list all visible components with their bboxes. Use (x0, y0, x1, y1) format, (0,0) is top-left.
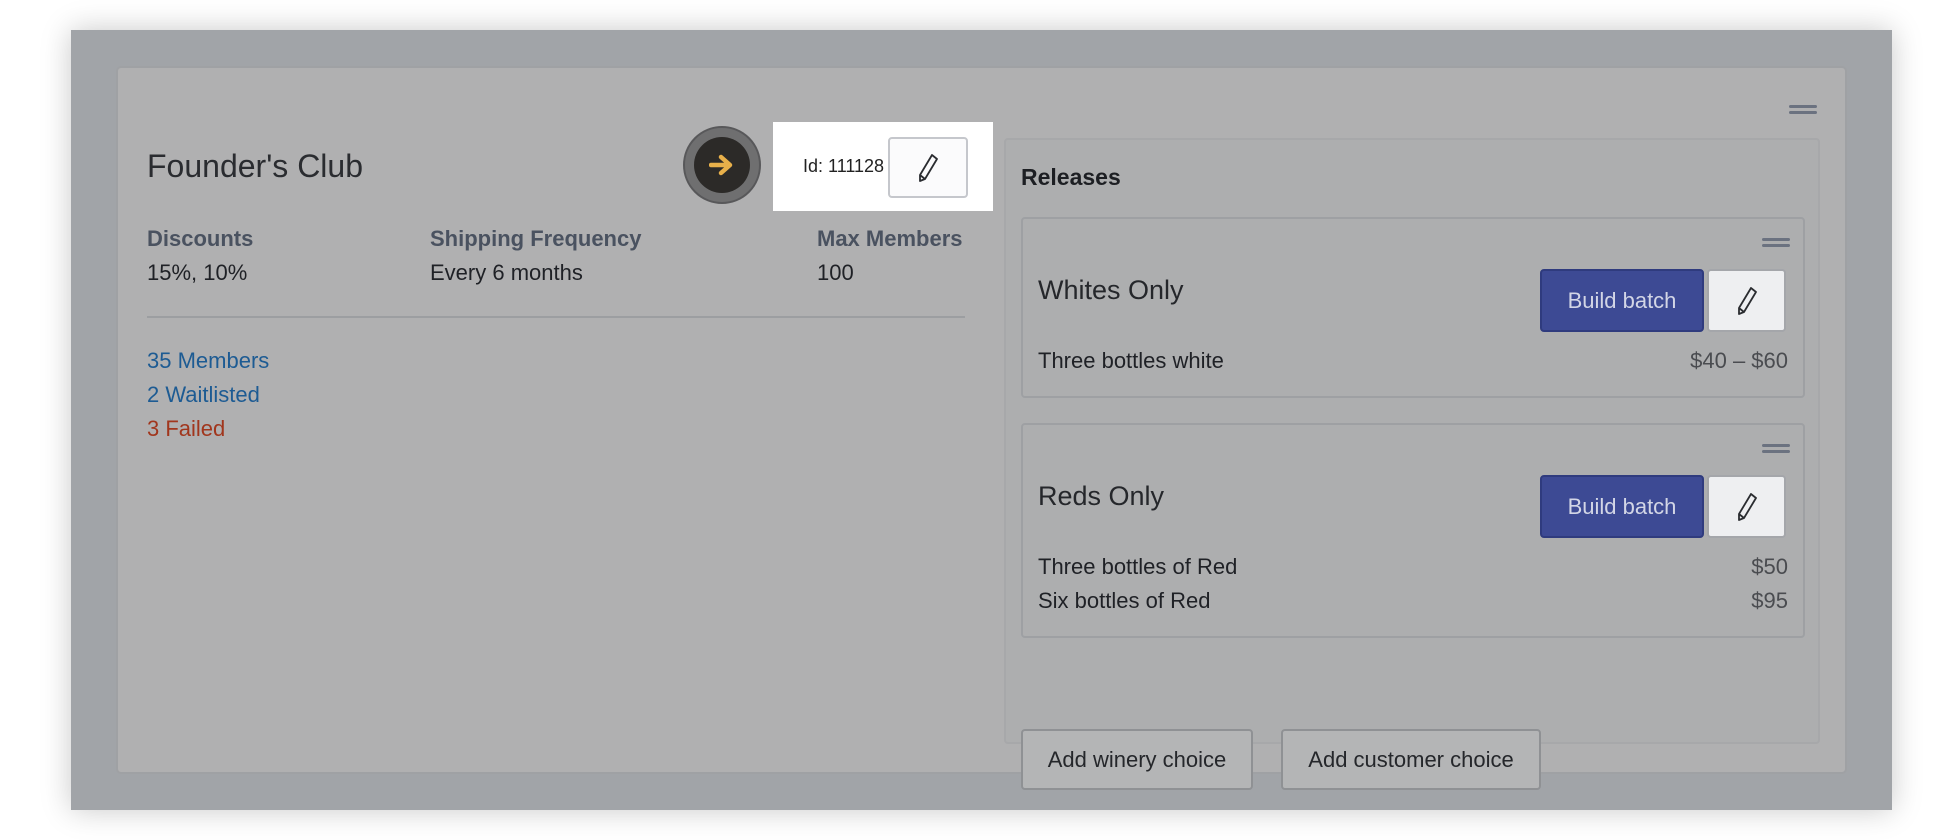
release-option-price: $50 (1751, 554, 1788, 579)
divider (147, 316, 965, 318)
release-option-name: Three bottles white (1038, 348, 1224, 373)
drag-handle-icon[interactable] (1762, 442, 1790, 454)
releases-title: Releases (1021, 164, 1121, 190)
release-option-price: $95 (1751, 588, 1788, 613)
edit-release-button[interactable] (1707, 475, 1786, 538)
max-members-label: Max Members (817, 226, 963, 251)
build-batch-button[interactable]: Build batch (1540, 475, 1704, 538)
modal-overlay: Founder's Club Id: 111128 Discounts 15%,… (71, 30, 1892, 810)
discounts-label: Discounts (147, 226, 254, 251)
release-option-name: Three bottles of Red (1038, 554, 1238, 579)
release-name: Whites Only (1038, 275, 1184, 305)
max-members-value: 100 (817, 260, 854, 285)
release-name: Reds Only (1038, 481, 1165, 511)
failed-link[interactable]: 3 Failed (147, 416, 225, 442)
arrow-right-icon (709, 154, 733, 176)
club-card: Founder's Club Id: 111128 Discounts 15%,… (116, 66, 1847, 790)
release-option-name: Six bottles of Red (1038, 588, 1211, 613)
edit-release-button[interactable] (1707, 269, 1786, 332)
add-winery-choice-button[interactable]: Add winery choice (1021, 729, 1253, 790)
release-card: Whites Only Build batch Three bottles wh… (1021, 217, 1805, 398)
pencil-icon (919, 153, 938, 182)
members-link[interactable]: 35 Members (147, 348, 269, 374)
pencil-icon (1737, 492, 1757, 521)
club-title: Founder's Club (147, 148, 363, 184)
edit-club-button[interactable] (888, 137, 968, 198)
club-id: Id: 111128 (803, 156, 885, 176)
drag-handle-icon[interactable] (1762, 236, 1790, 248)
drag-handle-icon[interactable] (1789, 103, 1817, 115)
waitlisted-link[interactable]: 2 Waitlisted (147, 382, 260, 408)
releases-panel: Releases Whites Only Build batch Three b… (1004, 138, 1820, 790)
shipping-frequency-value: Every 6 months (430, 260, 583, 285)
id-highlight: Id: 111128 (773, 122, 993, 211)
release-card: Reds Only Build batch Three bottles of R… (1021, 423, 1805, 638)
add-customer-choice-button[interactable]: Add customer choice (1281, 729, 1541, 790)
pencil-icon (1737, 286, 1757, 315)
release-option-price: $40 – $60 (1690, 348, 1788, 373)
shipping-frequency-label: Shipping Frequency (430, 226, 642, 251)
build-batch-button[interactable]: Build batch (1540, 269, 1704, 332)
discounts-value: 15%, 10% (147, 260, 248, 285)
go-to-club-button[interactable] (683, 126, 761, 204)
